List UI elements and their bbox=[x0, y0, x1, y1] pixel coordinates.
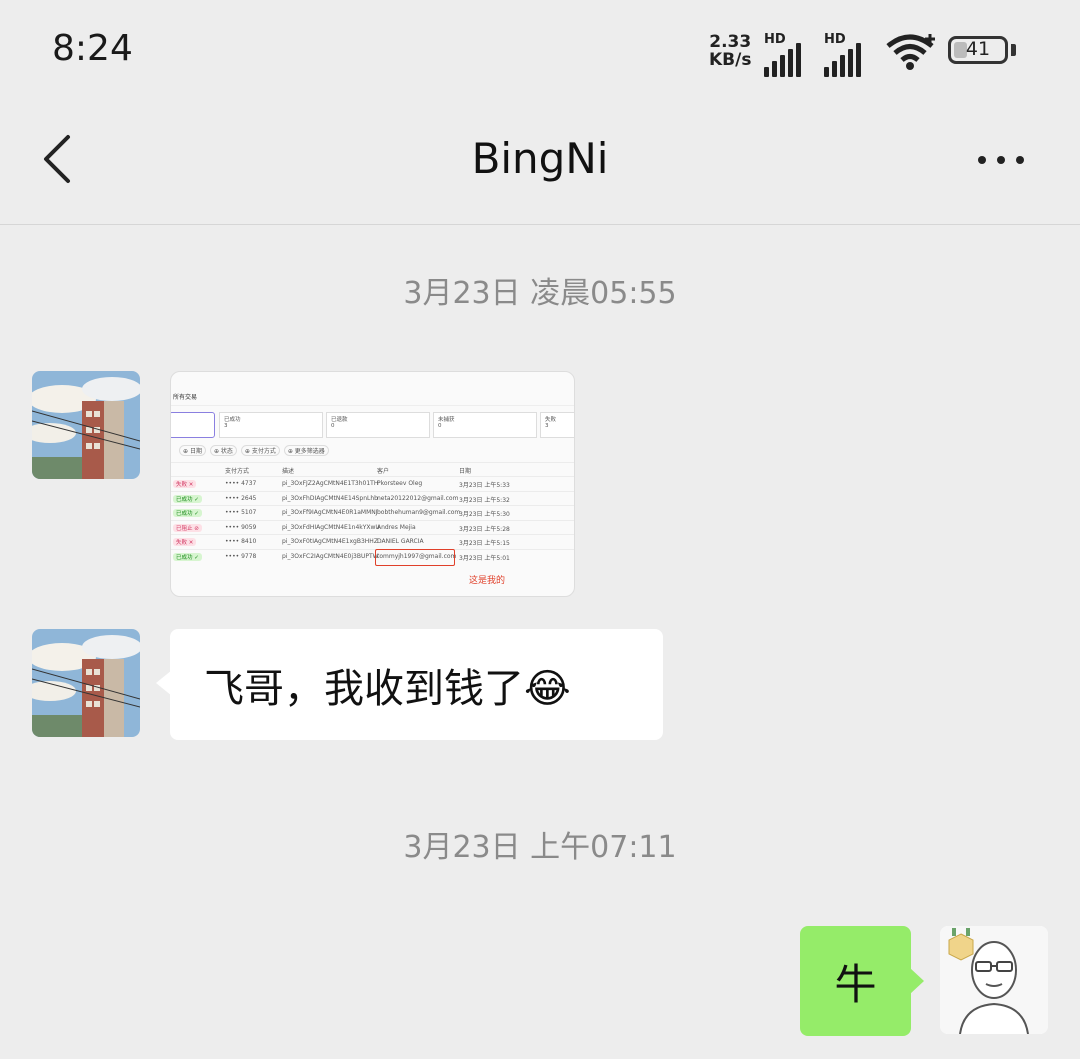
shot-highlight-box bbox=[375, 549, 455, 566]
shot-table-row: 已成功 ✓ •••• 2645 pi_3OxFhDIAgCMtN4E14SpnLhb… bbox=[171, 490, 574, 506]
my-text-message[interactable]: 牛 bbox=[800, 926, 911, 1036]
wifi-icon bbox=[886, 34, 935, 70]
shot-card: 未捕获 0 bbox=[433, 412, 537, 438]
shot-annotation: 这是我的 bbox=[469, 576, 506, 586]
shot-filters: ⊕ 日期 ⊕ 状态 ⊕ 支付方式 ⊕ 更多筛选器 bbox=[179, 445, 329, 456]
network-speed: 2.33 KB/s bbox=[709, 33, 751, 69]
message-timestamp: 3月23日 凌晨05:55 bbox=[403, 276, 677, 311]
battery-level: 41 bbox=[965, 38, 991, 60]
more-options-icon[interactable] bbox=[978, 150, 1032, 170]
battery-nub bbox=[1011, 44, 1016, 56]
network-speed-value: 2.33 bbox=[709, 32, 752, 52]
shot-header-row: 支付方式 描述 客户 日期 bbox=[171, 462, 574, 477]
shot-page-label: 所有交易 bbox=[173, 394, 198, 401]
shot-table-row: 失败 ✕ •••• 4737 pi_3OxFJZ2AgCMtN4E1T3h01TH P… bbox=[171, 476, 574, 491]
signal-bars-icon bbox=[764, 43, 801, 77]
message-timestamp: 3月23日 上午07:11 bbox=[403, 830, 677, 865]
shot-table-row: 已成功 ✓ •••• 9778 pi_3OxFC2IAgCMtN4E0j3BUPTW… bbox=[171, 548, 574, 564]
signal-1: HD bbox=[764, 32, 801, 77]
shot-table-row: 已阻止 ⊘ •••• 9059 pi_3OxFdHIAgCMtN4E1n4kYXwU… bbox=[171, 519, 574, 535]
shot-card: 失败 3 bbox=[540, 412, 574, 438]
shot-table-row: 已成功 ✓ •••• 5107 pi_3OxFf9IAgCMtN4E0R1aMMNJ… bbox=[171, 505, 574, 520]
text-message[interactable]: 飞哥，我收到钱了😂 bbox=[170, 629, 663, 740]
message-text: 牛 bbox=[834, 959, 877, 1009]
chat-title: BingNi bbox=[471, 134, 609, 183]
my-avatar[interactable] bbox=[940, 926, 1048, 1034]
image-message[interactable]: 所有交易 已成功 3 已退款 0 未捕获 0 失败 3 ⊕ 日期 ⊕ 状态 ⊕ 支付方式… bbox=[170, 371, 575, 597]
contact-avatar[interactable] bbox=[32, 371, 140, 479]
shot-card-selected bbox=[171, 412, 215, 438]
signal-bars-icon bbox=[824, 43, 861, 77]
signal-2: HD bbox=[824, 32, 861, 77]
shot-table-row: 失败 ✕ •••• 8410 pi_3OxF0tIAgCMtN4E1xgB3HHZ D… bbox=[171, 534, 574, 549]
network-speed-unit: KB/s bbox=[709, 50, 752, 70]
status-time: 8:24 bbox=[52, 28, 133, 69]
shot-card: 已成功 3 bbox=[219, 412, 323, 438]
battery-icon: 41 bbox=[948, 36, 1008, 64]
bubble-tail bbox=[910, 968, 924, 994]
contact-avatar[interactable] bbox=[32, 629, 140, 737]
message-text: 飞哥，我收到钱了😂 bbox=[204, 665, 571, 712]
shot-card: 已退款 0 bbox=[326, 412, 430, 438]
